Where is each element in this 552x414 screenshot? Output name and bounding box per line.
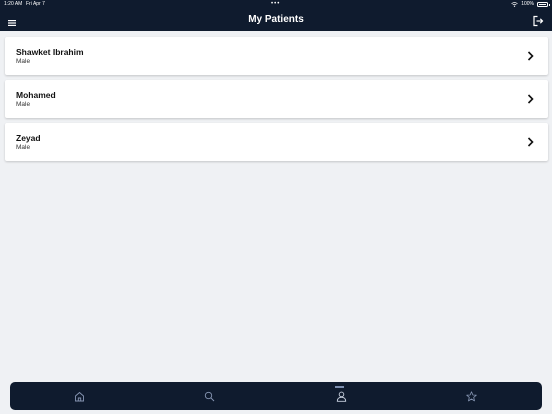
patient-gender: Male <box>16 58 31 65</box>
top-nav-bar: My Patients <box>0 9 552 31</box>
tab-search[interactable] <box>145 382 275 410</box>
patient-card[interactable]: Shawket Ibrahim Male <box>5 37 548 75</box>
logout-button[interactable] <box>532 14 544 27</box>
status-bar: 1:20 AM Fri Apr 7 ••• 100% <box>0 0 552 9</box>
patient-name: Shawket Ibrahim <box>16 47 84 57</box>
chevron-right-icon <box>527 94 534 104</box>
profile-icon <box>336 391 347 402</box>
chevron-right-icon <box>527 51 534 61</box>
patient-list: Shawket Ibrahim Male Mohamed Male Zeyad … <box>5 37 548 166</box>
logout-icon <box>533 15 544 27</box>
star-icon <box>466 391 477 402</box>
home-icon <box>75 391 84 402</box>
patient-card[interactable]: Mohamed Male <box>5 80 548 118</box>
battery-icon <box>537 2 550 7</box>
bottom-tab-bar <box>10 382 542 410</box>
patient-gender: Male <box>16 144 31 151</box>
patient-name: Zeyad <box>16 133 41 143</box>
chevron-right-icon <box>527 137 534 147</box>
multitasking-dots[interactable]: ••• <box>271 0 280 8</box>
search-icon <box>204 391 215 402</box>
active-tab-indicator <box>335 386 344 388</box>
status-date: Fri Apr 7 <box>26 1 45 7</box>
page-title: My Patients <box>248 14 304 25</box>
battery-percent: 100% <box>521 1 534 7</box>
patient-name: Mohamed <box>16 90 56 100</box>
status-time: 1:20 AM <box>4 1 23 7</box>
patient-card[interactable]: Zeyad Male <box>5 123 548 161</box>
wifi-icon <box>511 2 518 7</box>
tab-my-patients[interactable] <box>277 382 407 410</box>
status-right: 100% <box>511 0 550 9</box>
patient-gender: Male <box>16 101 31 108</box>
tab-home[interactable] <box>15 382 145 410</box>
tab-favorites[interactable] <box>407 382 537 410</box>
